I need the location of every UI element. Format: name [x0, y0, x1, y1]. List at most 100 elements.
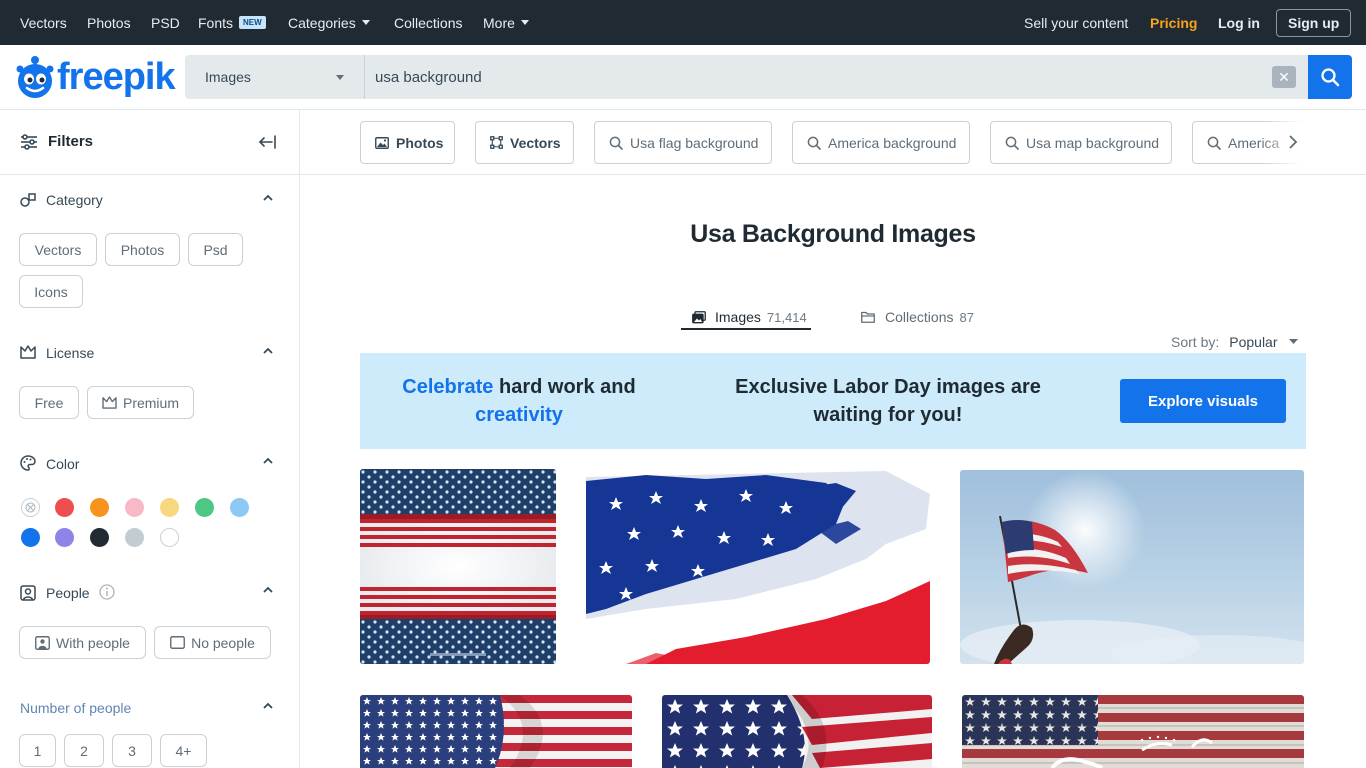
sell-content-link[interactable]: Sell your content — [1024, 0, 1128, 45]
category-vectors[interactable]: Vectors — [19, 233, 97, 266]
chip-usa-flag-background[interactable]: Usa flag background — [594, 121, 772, 164]
nav-psd[interactable]: PSD — [151, 0, 180, 45]
color-swatch-green[interactable] — [195, 498, 214, 517]
number-of-people-title: Number of people — [20, 700, 132, 716]
tab-images[interactable]: Images 71,414 — [692, 304, 807, 330]
color-swatch-gray[interactable] — [125, 528, 144, 547]
tab-images-count: 71,414 — [766, 309, 807, 325]
color-swatch-red[interactable] — [55, 498, 74, 517]
chevron-down-icon — [1288, 339, 1298, 344]
no-color-icon — [25, 502, 36, 513]
active-tab-underline — [681, 328, 811, 330]
category-psd[interactable]: Psd — [188, 233, 243, 266]
chevron-down-icon — [520, 20, 529, 25]
license-premium[interactable]: Premium — [87, 386, 194, 419]
nav-collections[interactable]: Collections — [394, 0, 462, 45]
flag-sky-artwork — [960, 470, 1304, 664]
freepik-logo[interactable]: freepik — [15, 55, 176, 99]
page-title: Usa Background Images — [690, 220, 976, 248]
result-image-wooden-flag[interactable] — [962, 695, 1304, 768]
nav-vectors-label: Vectors — [20, 14, 67, 31]
close-icon[interactable]: ✕ — [1272, 66, 1296, 88]
tab-collections-label: Collections — [885, 309, 954, 325]
chip-usa-map-background-label: Usa map background — [1026, 134, 1160, 151]
color-swatch-purple[interactable] — [55, 528, 74, 547]
category-icons[interactable]: Icons — [19, 275, 83, 308]
nav-fonts[interactable]: Fonts NEW — [198, 0, 266, 45]
color-swatch-light-blue[interactable] — [230, 498, 249, 517]
chevron-right-icon[interactable] — [1288, 135, 1298, 149]
color-swatch-yellow[interactable] — [160, 498, 179, 517]
search-type-select[interactable]: Images — [185, 55, 365, 99]
search-button[interactable] — [1308, 55, 1352, 99]
people-none-label: No people — [191, 634, 255, 651]
images-stack-icon — [692, 310, 706, 323]
nav-vectors[interactable]: Vectors — [20, 0, 67, 45]
chevron-up-icon[interactable] — [263, 701, 273, 711]
search-icon — [609, 136, 623, 150]
people-count-2[interactable]: 2 — [64, 734, 104, 767]
color-swatch-pink[interactable] — [125, 498, 144, 517]
result-image-grunge-flag[interactable] — [586, 469, 930, 664]
people-title: People — [46, 585, 90, 601]
search-icon — [1005, 136, 1019, 150]
stars-stripes-artwork — [360, 469, 556, 664]
license-title: License — [46, 345, 95, 361]
category-photos[interactable]: Photos — [105, 233, 180, 266]
license-free[interactable]: Free — [19, 386, 79, 419]
chip-photos[interactable]: Photos — [360, 121, 455, 164]
chip-vectors[interactable]: Vectors — [475, 121, 574, 164]
chip-usa-map-background[interactable]: Usa map background — [990, 121, 1172, 164]
chip-america-background-label: America background — [828, 134, 957, 151]
crown-icon — [20, 345, 36, 359]
nav-more[interactable]: More — [483, 0, 529, 45]
folder-icon — [861, 311, 875, 323]
crown-icon — [102, 396, 117, 409]
nav-categories-label: Categories — [288, 14, 356, 31]
color-swatch-none[interactable] — [21, 498, 40, 517]
people-with[interactable]: With people — [19, 626, 146, 659]
search-input[interactable]: usa background — [375, 55, 482, 99]
search-icon — [807, 136, 821, 150]
color-swatch-black[interactable] — [90, 528, 109, 547]
search-icon — [1207, 136, 1221, 150]
chevron-up-icon[interactable] — [263, 456, 273, 466]
login-link[interactable]: Log in — [1218, 0, 1260, 45]
main-content: Photos Vectors Usa flag background Ameri… — [300, 110, 1366, 768]
color-swatch-orange[interactable] — [90, 498, 109, 517]
nav-categories[interactable]: Categories — [288, 0, 370, 45]
result-image-flag-sky[interactable] — [960, 470, 1304, 664]
nav-photos[interactable]: Photos — [87, 0, 131, 45]
chevron-up-icon[interactable] — [263, 585, 273, 595]
people-none[interactable]: No people — [154, 626, 271, 659]
new-badge: NEW — [239, 16, 266, 29]
freepik-mascot-icon — [16, 56, 54, 98]
result-image-waving-flag-2[interactable] — [662, 695, 932, 768]
chevron-up-icon[interactable] — [263, 346, 273, 356]
sort-control[interactable]: Sort by: Popular — [1171, 332, 1298, 352]
info-icon[interactable] — [99, 584, 115, 600]
people-count-3[interactable]: 3 — [112, 734, 152, 767]
sell-content-label: Sell your content — [1024, 14, 1129, 31]
people-with-label: With people — [56, 634, 130, 651]
sort-value: Popular — [1229, 334, 1278, 350]
vector-icon — [490, 136, 503, 149]
explore-visuals-button[interactable]: Explore visuals — [1120, 379, 1286, 423]
result-image-stars-stripes[interactable] — [360, 469, 556, 664]
login-label: Log in — [1218, 14, 1260, 31]
result-image-waving-flag-1[interactable] — [360, 695, 632, 768]
chevron-up-icon[interactable] — [263, 193, 273, 203]
people-count-1[interactable]: 1 — [19, 734, 56, 767]
related-chips-row: Photos Vectors Usa flag background Ameri… — [300, 110, 1366, 175]
people-count-4plus[interactable]: 4+ — [160, 734, 207, 767]
banner-left-text: Celebrate hard work and creativity — [380, 373, 658, 429]
tab-collections[interactable]: Collections 87 — [861, 304, 974, 330]
color-swatch-blue[interactable] — [21, 528, 40, 547]
signup-button[interactable]: Sign up — [1276, 8, 1352, 37]
search-query: usa background — [375, 68, 482, 86]
chip-america-background[interactable]: America background — [792, 121, 970, 164]
pricing-link[interactable]: Pricing — [1150, 0, 1197, 45]
collapse-sidebar-icon[interactable] — [258, 135, 276, 149]
chevron-down-icon — [336, 75, 344, 80]
color-swatch-white[interactable] — [160, 528, 179, 547]
